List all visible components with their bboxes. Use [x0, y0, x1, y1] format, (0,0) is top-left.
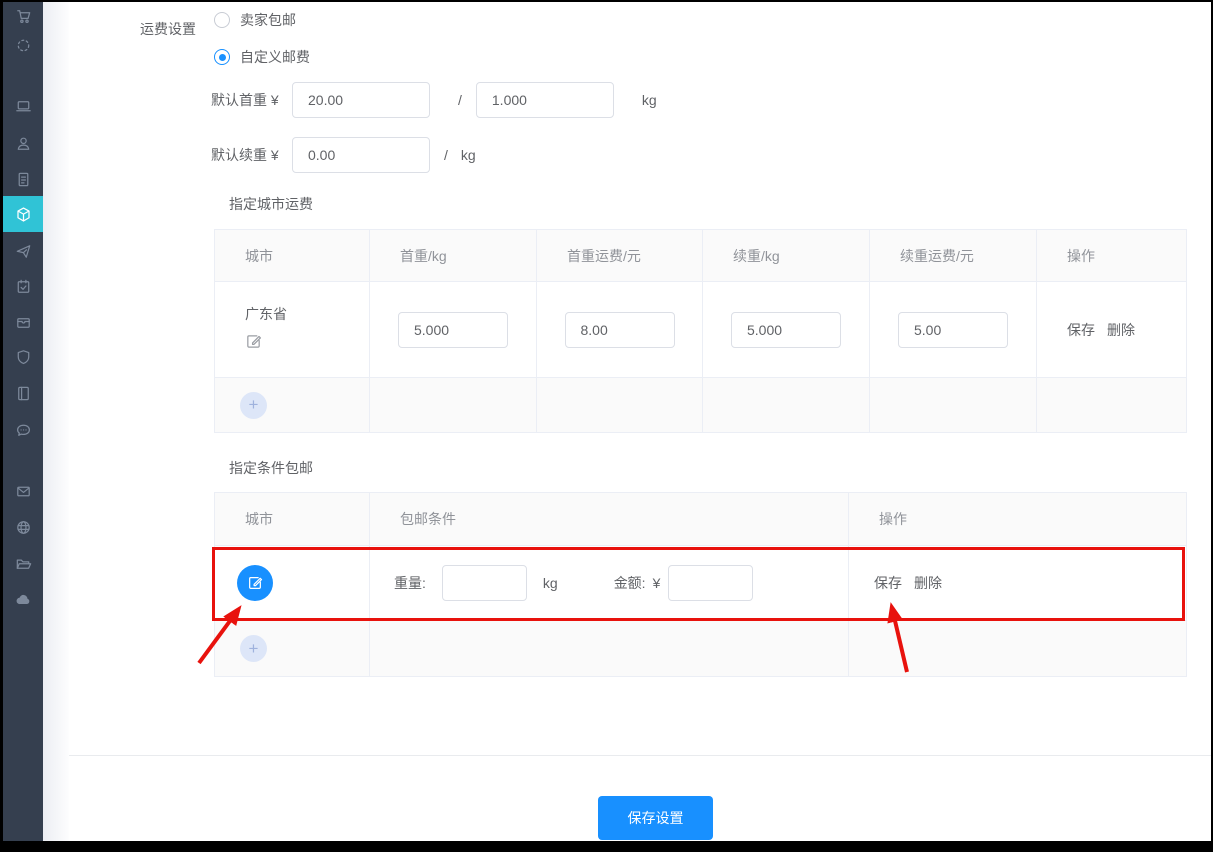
condition-weight-input[interactable]: [442, 565, 527, 601]
save-link[interactable]: 保存: [1067, 320, 1095, 340]
section-label-shipping-settings: 运费设置: [140, 19, 196, 39]
send-icon: [14, 242, 33, 261]
sidebar-item-laptop[interactable]: [3, 88, 43, 124]
book-icon: [14, 384, 33, 403]
footer-divider: [69, 755, 1211, 756]
col-actions: 操作: [1037, 230, 1187, 281]
sidebar-item-book[interactable]: [3, 375, 43, 411]
user-icon: [14, 134, 33, 153]
select-city-button[interactable]: [237, 565, 273, 601]
spinner-icon: [14, 36, 33, 55]
additional-fee-input[interactable]: [898, 312, 1008, 348]
separator-slash: /: [444, 147, 448, 163]
sidebar-item-document[interactable]: [3, 161, 43, 197]
main-content: 运费设置 卖家包邮 自定义邮费 默认首重 ¥ / kg 默认续重 ¥ / kg …: [69, 2, 1211, 841]
mail-icon: [14, 482, 33, 501]
sidebar-item-send[interactable]: [3, 233, 43, 269]
radio-label: 卖家包邮: [240, 10, 296, 30]
col-additional-fee: 续重运费/元: [870, 230, 1037, 281]
col-additional-weight: 续重/kg: [703, 230, 870, 281]
first-weight-input[interactable]: [398, 312, 508, 348]
edit-icon[interactable]: [245, 333, 262, 350]
condition-free-table: 城市 包邮条件 操作 重量: kg 金额:: [214, 492, 1187, 677]
chat-icon: [14, 421, 33, 440]
delete-link[interactable]: 删除: [1107, 320, 1135, 340]
weight-label: 重量:: [394, 573, 426, 593]
app-window: 运费设置 卖家包邮 自定义邮费 默认首重 ¥ / kg 默认续重 ¥ / kg …: [0, 0, 1213, 852]
sidebar-item-shield[interactable]: [3, 339, 43, 375]
sidebar-item-calendar[interactable]: [3, 268, 43, 304]
radio-unchecked-icon[interactable]: [214, 12, 230, 28]
shield-icon: [14, 348, 33, 367]
sidebar-item-globe[interactable]: [3, 509, 43, 545]
sidebar-item-chat[interactable]: [3, 412, 43, 448]
table-row: 广东省 保存: [215, 282, 1186, 378]
add-city-button[interactable]: +: [240, 392, 267, 419]
sidebar-item-wallet[interactable]: [3, 304, 43, 340]
folder-icon: [14, 554, 33, 573]
unit-kg: kg: [543, 575, 558, 591]
cube-icon: [14, 205, 33, 224]
cloud-icon: [14, 590, 33, 609]
table-row-highlighted: 重量: kg 金额: ¥ 保存 删除: [215, 546, 1186, 621]
edit-icon: [247, 575, 263, 591]
city-freight-table: 城市 首重/kg 首重运费/元 续重/kg 续重运费/元 操作 广东省: [214, 229, 1187, 433]
cart-icon: [14, 7, 33, 26]
col-condition: 包邮条件: [370, 493, 849, 545]
sidebar-item-mail[interactable]: [3, 473, 43, 509]
calendar-icon: [14, 277, 33, 296]
col-city: 城市: [215, 230, 370, 281]
save-link[interactable]: 保存: [874, 573, 902, 593]
sidebar-item-folder[interactable]: [3, 545, 43, 581]
delete-link[interactable]: 删除: [914, 573, 942, 593]
default-additional-weight-label: 默认续重 ¥: [211, 145, 284, 165]
radio-label: 自定义邮费: [240, 47, 310, 67]
radio-checked-icon[interactable]: [214, 49, 230, 65]
default-first-weight-label: 默认首重 ¥: [211, 90, 284, 110]
amount-label: 金额:: [614, 573, 646, 593]
sidebar-item-user[interactable]: [3, 125, 43, 161]
unit-kg: kg: [642, 92, 657, 108]
default-additional-fee-input[interactable]: [292, 137, 430, 173]
currency-symbol: ¥: [653, 575, 661, 591]
col-first-fee: 首重运费/元: [537, 230, 703, 281]
laptop-icon: [14, 97, 33, 116]
unit-kg: kg: [461, 147, 476, 163]
sidebar-gutter: [43, 2, 69, 841]
first-fee-input[interactable]: [565, 312, 675, 348]
radio-option-custom-postage[interactable]: 自定义邮费: [214, 47, 310, 67]
sidebar-item-cube[interactable]: [3, 196, 43, 232]
city-freight-title: 指定城市运费: [229, 194, 313, 214]
condition-table-header: 城市 包邮条件 操作: [215, 493, 1186, 546]
condition-free-title: 指定条件包邮: [229, 458, 313, 478]
default-additional-weight-row: 默认续重 ¥ / kg: [211, 137, 476, 173]
radio-option-seller-free[interactable]: 卖家包邮: [214, 10, 296, 30]
city-freight-table-header: 城市 首重/kg 首重运费/元 续重/kg 续重运费/元 操作: [215, 230, 1186, 282]
col-city: 城市: [215, 493, 370, 545]
sidebar-item-cloud[interactable]: [3, 581, 43, 617]
city-name: 广东省: [245, 304, 287, 324]
separator-slash: /: [458, 92, 462, 108]
default-first-weight-input[interactable]: [476, 82, 614, 118]
add-row: +: [215, 378, 1186, 432]
add-condition-button[interactable]: +: [240, 635, 267, 662]
default-first-weight-row: 默认首重 ¥ / kg: [211, 82, 657, 118]
wallet-icon: [14, 313, 33, 332]
additional-weight-input[interactable]: [731, 312, 841, 348]
sidebar-item-spinner[interactable]: [3, 27, 43, 63]
globe-icon: [14, 518, 33, 537]
col-actions: 操作: [849, 493, 1187, 545]
sidebar: [3, 2, 43, 841]
condition-amount-input[interactable]: [668, 565, 753, 601]
save-settings-button[interactable]: 保存设置: [598, 796, 713, 840]
document-icon: [14, 170, 33, 189]
add-row: +: [215, 621, 1186, 676]
col-first-weight: 首重/kg: [370, 230, 537, 281]
default-first-fee-input[interactable]: [292, 82, 430, 118]
